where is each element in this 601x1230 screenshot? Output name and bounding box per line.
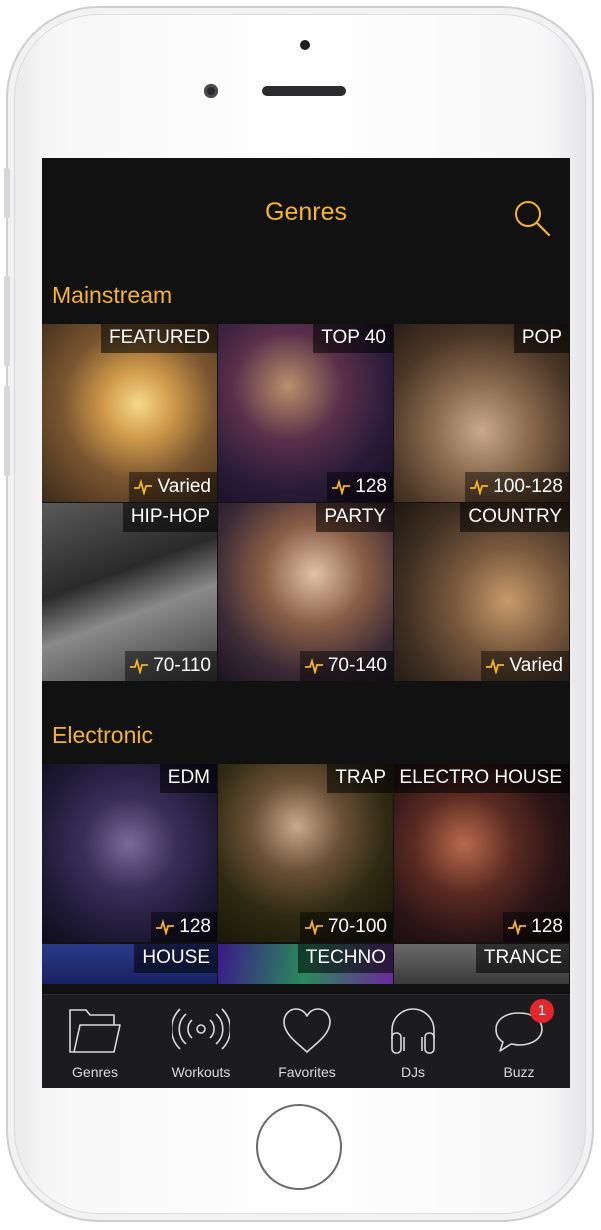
pulse-icon <box>304 919 323 935</box>
genre-bpm: 128 <box>151 912 217 942</box>
genre-name: EDM <box>159 764 217 793</box>
bpm-value: 70-100 <box>327 916 387 937</box>
mute-switch <box>4 168 10 218</box>
pulse-icon <box>486 658 505 674</box>
genre-name: PARTY <box>316 503 393 532</box>
pulse-icon <box>134 479 153 495</box>
genre-name: HIP-HOP <box>122 503 217 532</box>
bpm-value: 100-128 <box>493 476 563 497</box>
genre-name: FEATURED <box>101 324 217 353</box>
broadcast-icon <box>172 1008 230 1050</box>
genre-tile-country[interactable]: COUNTRY Varied <box>394 503 569 681</box>
genre-tile-edm[interactable]: EDM 128 <box>42 764 217 942</box>
app-screen: Genres Mainstream FEATURED Varied TOP 40… <box>42 158 570 1088</box>
tab-djs[interactable]: DJs <box>360 995 466 1088</box>
genre-name: ELECTRO HOUSE <box>394 764 569 793</box>
genre-tile-featured[interactable]: FEATURED Varied <box>42 324 217 502</box>
pulse-icon <box>156 919 175 935</box>
pulse-icon <box>508 919 527 935</box>
tab-label: Favorites <box>278 1064 336 1080</box>
tab-label: DJs <box>400 1064 426 1080</box>
bpm-value: 70-140 <box>327 655 387 676</box>
heart-icon <box>283 1008 331 1053</box>
home-button[interactable] <box>256 1104 342 1190</box>
tab-bar: Genres Workouts Favorites DJs 1 Buzz <box>42 994 570 1088</box>
genre-name: TRANCE <box>475 944 569 973</box>
search-button[interactable] <box>510 196 554 240</box>
volume-up-button <box>4 276 10 366</box>
genre-name: POP <box>513 324 569 353</box>
genre-tile-trap[interactable]: TRAP 70-100 <box>218 764 393 942</box>
genre-name: HOUSE <box>134 944 217 973</box>
genre-tile-top-40[interactable]: TOP 40 128 <box>218 324 393 502</box>
bpm-value: 70-110 <box>153 655 211 676</box>
genre-name: TOP 40 <box>313 324 393 353</box>
tab-label: Workouts <box>171 1064 231 1080</box>
pulse-icon <box>130 658 149 674</box>
genre-bpm: Varied <box>481 651 569 681</box>
genre-bpm: 70-140 <box>299 651 393 681</box>
tab-label: Buzz <box>503 1064 535 1080</box>
bpm-value: 128 <box>355 476 387 497</box>
pulse-icon <box>470 479 489 495</box>
genre-bpm: 128 <box>503 912 569 942</box>
folder-icon <box>69 1009 121 1053</box>
genre-tile-pop[interactable]: POP 100-128 <box>394 324 569 502</box>
genre-tile-party[interactable]: PARTY 70-140 <box>218 503 393 681</box>
proximity-sensor <box>204 84 218 98</box>
genre-name: COUNTRY <box>460 503 569 532</box>
genre-tile-hip-hop[interactable]: HIP-HOP 70-110 <box>42 503 217 681</box>
genre-bpm: 128 <box>327 472 393 502</box>
genre-bpm: 100-128 <box>465 472 569 502</box>
section-title-mainstream: Mainstream <box>52 282 173 308</box>
tab-buzz[interactable]: 1 Buzz <box>466 995 570 1088</box>
genre-name: TRAP <box>327 764 393 793</box>
earpiece-speaker <box>262 86 346 96</box>
section-title-electronic: Electronic <box>52 722 153 748</box>
search-icon <box>515 201 551 237</box>
genre-name: TECHNO <box>297 944 393 973</box>
pulse-icon <box>332 479 351 495</box>
tab-genres[interactable]: Genres <box>42 995 148 1088</box>
bpm-value: 128 <box>179 916 211 937</box>
bpm-value: Varied <box>509 655 563 676</box>
headphones-icon <box>391 1008 435 1054</box>
genre-tile-trance[interactable]: TRANCE <box>394 944 569 984</box>
genre-tile-house[interactable]: HOUSE <box>42 944 217 984</box>
genre-tile-techno[interactable]: TECHNO <box>218 944 393 984</box>
tab-favorites[interactable]: Favorites <box>254 995 360 1088</box>
pulse-icon <box>304 658 323 674</box>
volume-down-button <box>4 386 10 476</box>
navigation-bar: Genres <box>42 158 570 268</box>
bpm-value: 128 <box>531 916 563 937</box>
front-camera <box>300 40 310 50</box>
tab-label: Genres <box>72 1064 118 1080</box>
page-title: Genres <box>265 198 347 226</box>
notification-badge: 1 <box>530 999 554 1023</box>
bpm-value: Varied <box>157 476 211 497</box>
genre-bpm: Varied <box>129 472 217 502</box>
genre-bpm: 70-100 <box>299 912 393 942</box>
tab-workouts[interactable]: Workouts <box>148 995 254 1088</box>
genre-bpm: 70-110 <box>125 651 217 681</box>
genre-tile-electro-house[interactable]: ELECTRO HOUSE 128 <box>394 764 569 942</box>
